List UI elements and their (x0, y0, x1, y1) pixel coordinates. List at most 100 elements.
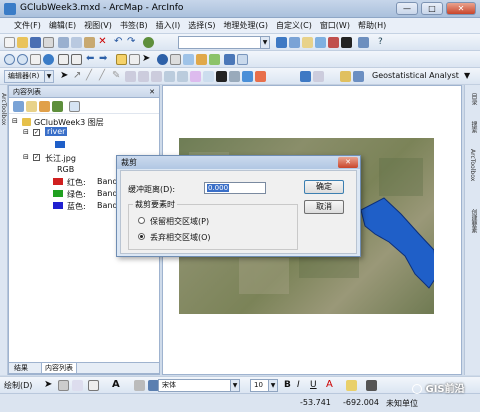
straight-segment-icon[interactable]: ╱ (86, 71, 97, 82)
collapse-icon[interactable]: ⊟ (23, 153, 29, 161)
list-by-selection-icon[interactable] (52, 101, 63, 112)
layer-visibility-checkbox[interactable]: ✓ (33, 129, 40, 136)
arctoolbox-dock-tab[interactable]: ArcToolbox (0, 93, 7, 125)
pan-hand-icon[interactable] (30, 54, 41, 65)
tab-results[interactable]: 结果 (11, 363, 31, 374)
fill-color-bucket-icon[interactable] (346, 380, 357, 391)
arctoolbox-icon[interactable] (328, 37, 339, 48)
geostat-dropdown-arrow[interactable]: ▼ (464, 71, 470, 80)
layer-name-river[interactable]: river (45, 127, 68, 136)
paste-icon[interactable] (84, 37, 95, 48)
search-window-icon[interactable] (315, 37, 326, 48)
cut-icon[interactable] (58, 37, 69, 48)
draw-menu[interactable]: 绘制(D) (4, 380, 32, 391)
python-window-icon[interactable] (341, 37, 352, 48)
underline-icon[interactable]: U (310, 380, 321, 391)
clear-selection-icon[interactable] (129, 54, 140, 65)
menu-file[interactable]: 文件(F) (10, 18, 45, 33)
delete-icon[interactable]: ✕ (97, 37, 108, 48)
menu-help[interactable]: 帮助(H) (354, 18, 390, 33)
rotate-icon[interactable] (151, 71, 162, 82)
keep-intersection-label[interactable]: 保留相交区域(P) (150, 216, 209, 227)
sketch-properties-icon[interactable] (177, 71, 188, 82)
geostatistical-analyst-menu[interactable]: Geostatistical Analyst (372, 71, 459, 80)
html-popup-icon[interactable] (209, 54, 220, 65)
collapse-icon[interactable]: ⊟ (12, 117, 18, 125)
edit-annotation-icon[interactable]: ↗ (73, 71, 84, 82)
fixed-zoom-out-icon[interactable] (71, 54, 82, 65)
fixed-zoom-in-icon[interactable] (58, 54, 69, 65)
layer-tools-icon[interactable] (313, 71, 324, 82)
hyperlink-icon[interactable] (196, 54, 207, 65)
attributes-icon[interactable] (164, 71, 175, 82)
select-features-icon[interactable] (116, 54, 127, 65)
table-of-contents-icon[interactable] (289, 37, 300, 48)
dialog-close-button[interactable]: ✕ (338, 157, 358, 168)
toc-close-icon[interactable]: ✕ (149, 86, 155, 98)
redo-icon[interactable]: ↷ (127, 37, 138, 48)
identify-icon[interactable] (157, 54, 168, 65)
time-slider-icon[interactable] (224, 54, 235, 65)
create-features-dock-tab[interactable]: 创建要素 (469, 209, 478, 233)
zoom-in-icon[interactable] (4, 54, 15, 65)
list-by-source-icon[interactable] (26, 101, 37, 112)
font-size-combo[interactable]: 10 ▼ (250, 379, 278, 392)
copy-icon[interactable] (71, 37, 82, 48)
remove-intersection-radio[interactable] (138, 233, 145, 240)
edit-tool-icon[interactable]: ➤ (60, 71, 71, 82)
list-by-visibility-icon[interactable] (39, 101, 50, 112)
keep-intersection-radio[interactable] (138, 217, 145, 224)
minimize-button[interactable]: — (396, 2, 418, 15)
text-tool-icon[interactable]: A (112, 380, 123, 391)
menu-customize[interactable]: 自定义(C) (272, 18, 316, 33)
rotate-element-icon[interactable] (58, 380, 69, 391)
print-icon[interactable] (43, 37, 54, 48)
model-builder-icon[interactable] (358, 37, 369, 48)
split-icon[interactable] (138, 71, 149, 82)
zoom-whole-page-icon[interactable] (72, 380, 83, 391)
remove-intersection-label[interactable]: 丢弃相交区域(O) (150, 232, 211, 243)
spatial-adjust-icon[interactable] (242, 71, 253, 82)
select-elements-icon[interactable]: ➤ (142, 54, 153, 65)
menu-geoprocessing[interactable]: 地理处理(G) (220, 18, 272, 33)
editor-dropdown[interactable]: 编辑器(R) ▼ (4, 70, 54, 83)
line-color-icon[interactable] (366, 380, 377, 391)
collapse-icon[interactable]: ⊟ (23, 128, 29, 136)
whats-this-icon[interactable]: ? (378, 37, 389, 48)
maximize-button[interactable]: □ (421, 2, 443, 15)
cancel-button[interactable]: 取消 (304, 200, 344, 214)
layer-visibility-checkbox[interactable]: ✓ (33, 154, 40, 161)
bold-icon[interactable]: B (284, 380, 295, 391)
full-extent-icon[interactable] (43, 54, 54, 65)
trace-icon[interactable]: ✎ (112, 71, 123, 82)
zoom-out-icon[interactable] (17, 54, 28, 65)
menu-edit[interactable]: 编辑(E) (45, 18, 80, 33)
menu-insert[interactable]: 插入(I) (152, 18, 185, 33)
add-data-icon[interactable] (143, 37, 154, 48)
geostat-wizard-icon[interactable] (353, 71, 364, 82)
river-symbol-swatch[interactable] (55, 141, 65, 148)
arctoolbox-right-dock-tab[interactable]: ArcToolbox (469, 149, 476, 181)
georeference-icon[interactable] (229, 71, 240, 82)
rectangle-tool-icon[interactable] (88, 380, 99, 391)
toc-options-icon[interactable] (69, 101, 80, 112)
editor-toolbar-icon[interactable] (276, 37, 287, 48)
menu-selection[interactable]: 选择(S) (184, 18, 219, 33)
snapping-icon[interactable] (216, 71, 227, 82)
find-icon[interactable] (170, 54, 181, 65)
italic-icon[interactable]: I (297, 380, 308, 391)
layer-icon[interactable] (300, 71, 311, 82)
buffer-distance-input[interactable]: 0.000 (204, 182, 266, 194)
list-by-drawing-order-icon[interactable] (13, 101, 24, 112)
menu-windows[interactable]: 窗口(W) (316, 18, 354, 33)
cogo-icon[interactable] (255, 71, 266, 82)
catalog-dock-tab[interactable]: 目录 (469, 93, 478, 105)
create-viewer-icon[interactable] (237, 54, 248, 65)
open-folder-icon[interactable] (17, 37, 28, 48)
search-dock-tab[interactable]: 搜索 (469, 121, 478, 133)
catalog-icon[interactable] (302, 37, 313, 48)
font-color-icon[interactable]: A (326, 380, 337, 391)
draw-more-icon[interactable] (134, 380, 145, 391)
undo-icon[interactable]: ↶ (114, 37, 125, 48)
save-icon[interactable] (30, 37, 41, 48)
